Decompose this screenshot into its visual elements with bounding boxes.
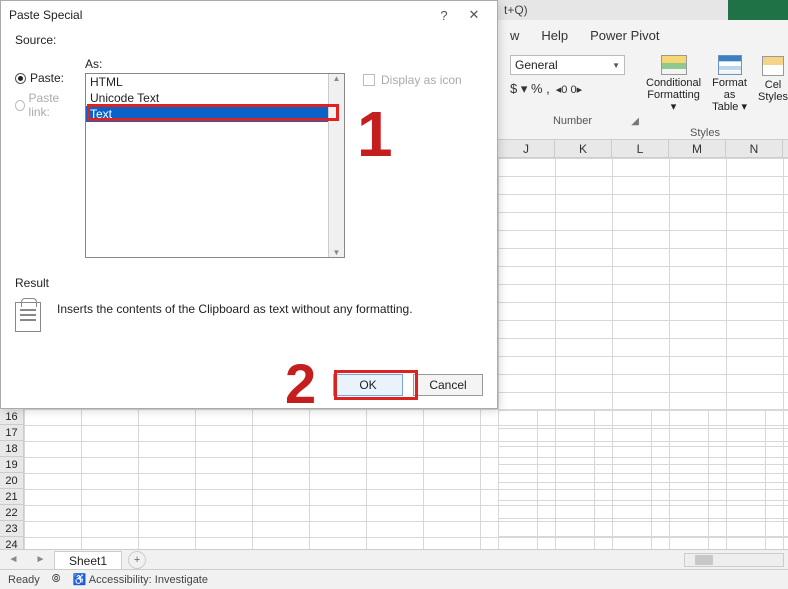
list-item-text[interactable]: Text	[86, 106, 344, 122]
paste-radio[interactable]: Paste:	[15, 71, 75, 85]
sheet-tab-sheet1[interactable]: Sheet1	[54, 551, 122, 569]
status-ready: Ready	[8, 574, 40, 586]
col-header-m[interactable]: M	[669, 140, 726, 157]
tab-view-partial[interactable]: w	[510, 28, 519, 43]
chevron-down-icon: ▼	[612, 61, 620, 70]
cell-grid-lower[interactable]	[24, 409, 788, 554]
row-header-19[interactable]: 19	[0, 457, 24, 473]
cell-styles-label2: Styles	[758, 91, 788, 103]
as-label: As:	[85, 57, 353, 71]
status-rec-icon[interactable]: ⦾	[52, 573, 61, 586]
tab-power-pivot[interactable]: Power Pivot	[590, 28, 659, 43]
result-label: Result	[15, 276, 483, 290]
row-header-21[interactable]: 21	[0, 489, 24, 505]
clipboard-icon	[15, 302, 41, 332]
sheet-tab-bar: ◄► Sheet1 +	[0, 549, 788, 569]
row-header-20[interactable]: 20	[0, 473, 24, 489]
number-group-label: Number	[510, 115, 635, 127]
scrollbar-thumb[interactable]	[695, 555, 713, 565]
paste-special-dialog: Paste Special ? ✕ Source: Paste: Paste l…	[0, 0, 498, 409]
list-item-html[interactable]: HTML	[86, 74, 344, 90]
source-label: Source:	[15, 33, 483, 47]
tab-help[interactable]: Help	[541, 28, 568, 43]
table-icon	[718, 55, 742, 75]
col-header-l[interactable]: L	[612, 140, 669, 157]
listbox-scrollbar[interactable]	[328, 74, 344, 257]
styles-group-label: Styles	[690, 127, 720, 139]
cond-fmt-label2: Formatting ▾	[646, 89, 701, 113]
accessibility-status[interactable]: ♿ Accessibility: Investigate	[73, 573, 208, 586]
number-group: General ▼ $ ▾ % , ◂0 0▸ Number ◢	[510, 55, 635, 127]
fmt-table-label2: Table ▾	[712, 101, 747, 113]
dialog-titlebar[interactable]: Paste Special ? ✕	[1, 1, 497, 29]
cancel-button[interactable]: Cancel	[413, 374, 483, 396]
number-format-buttons[interactable]: $ ▾ % , ◂0 0▸	[510, 81, 635, 97]
number-format-dropdown[interactable]: General ▼	[510, 55, 625, 75]
display-as-icon-label: Display as icon	[381, 73, 462, 87]
conditional-formatting-button[interactable]: Conditional Formatting ▾	[646, 55, 701, 111]
ok-button[interactable]: OK	[333, 374, 403, 396]
list-item-unicode-text[interactable]: Unicode Text	[86, 90, 344, 106]
col-header-k[interactable]: K	[555, 140, 612, 157]
column-headers[interactable]: J K L M N	[498, 140, 788, 158]
lower-row-area: 16 17 18 19 20 21 22 23 24	[0, 409, 788, 554]
currency-percent-comma[interactable]: $ ▾ % ,	[510, 81, 550, 97]
cell-styles-button[interactable]: Cel Styles	[758, 55, 788, 111]
paste-radio-label: Paste:	[30, 71, 64, 85]
cell-styles-icon	[762, 56, 784, 76]
paste-link-radio: Paste link:	[15, 91, 75, 119]
row-header-18[interactable]: 18	[0, 441, 24, 457]
annotation-number-2: 2	[285, 351, 316, 416]
search-box-remnant[interactable]: t+Q)	[498, 0, 728, 20]
row-header-16[interactable]: 16	[0, 409, 24, 425]
annotation-number-1: 1	[357, 97, 393, 171]
accessibility-label: Accessibility: Investigate	[89, 574, 208, 586]
titlebar-accent	[728, 0, 788, 20]
help-button[interactable]: ?	[429, 8, 459, 23]
decimal-buttons[interactable]: ◂0 0▸	[556, 83, 582, 96]
close-button[interactable]: ✕	[459, 7, 489, 23]
styles-group: Conditional Formatting ▾ Format as Table…	[646, 55, 788, 127]
sheet-nav-arrows[interactable]: ◄►	[0, 554, 54, 565]
checkbox-icon	[363, 74, 375, 86]
cell-styles-label1: Cel	[765, 79, 782, 91]
row-header-23[interactable]: 23	[0, 521, 24, 537]
fmt-table-label1: Format as	[705, 77, 754, 101]
status-bar: Ready ⦾ ♿ Accessibility: Investigate	[0, 569, 788, 589]
row-header-17[interactable]: 17	[0, 425, 24, 441]
result-description: Inserts the contents of the Clipboard as…	[57, 298, 413, 316]
dialog-title: Paste Special	[9, 8, 82, 22]
radio-disabled-icon	[15, 100, 25, 111]
conditional-formatting-icon	[661, 55, 687, 75]
ribbon-tabs: w Help Power Pivot	[498, 23, 788, 47]
col-header-n[interactable]: N	[726, 140, 783, 157]
format-listbox[interactable]: HTML Unicode Text Text	[85, 73, 345, 258]
horizontal-scrollbar[interactable]	[684, 553, 784, 567]
radio-selected-icon	[15, 73, 26, 84]
row-header-22[interactable]: 22	[0, 505, 24, 521]
paste-link-radio-label: Paste link:	[29, 91, 75, 119]
cond-fmt-label1: Conditional	[646, 77, 701, 89]
number-format-value: General	[515, 58, 558, 72]
dialog-launcher-icon[interactable]: ◢	[631, 116, 639, 127]
col-header-j[interactable]: J	[498, 140, 555, 157]
display-as-icon-checkbox: Display as icon	[363, 73, 483, 87]
new-sheet-button[interactable]: +	[128, 551, 146, 569]
format-as-table-button[interactable]: Format as Table ▾	[705, 55, 754, 111]
